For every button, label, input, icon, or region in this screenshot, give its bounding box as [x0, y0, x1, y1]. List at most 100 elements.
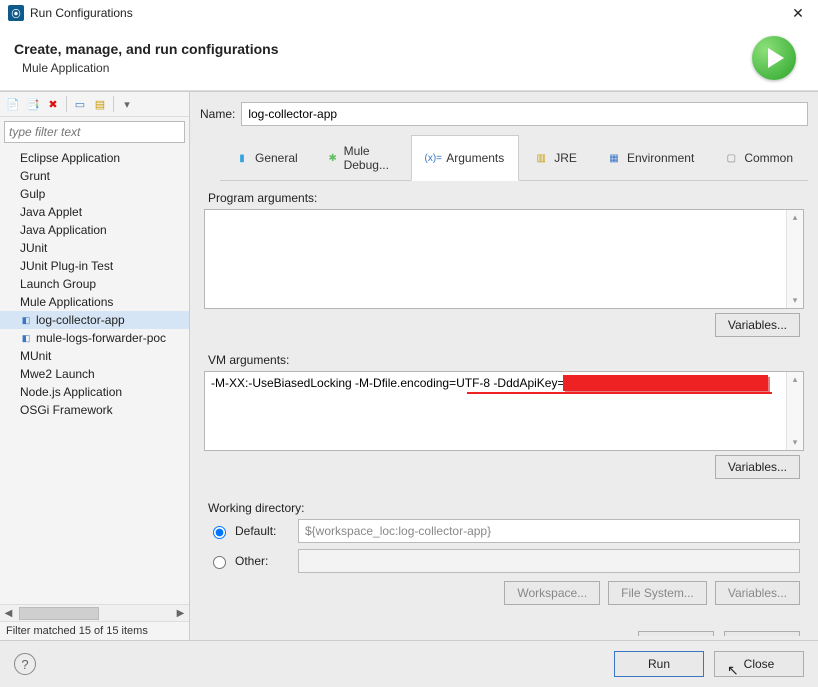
tree-item-label: Grunt — [20, 167, 50, 185]
delete-icon[interactable]: ✖ — [44, 95, 62, 113]
tree-item-label: Gulp — [20, 185, 45, 203]
tab-label: Environment — [627, 151, 694, 165]
default-dir-field — [298, 519, 800, 543]
vm-variables-button[interactable]: Variables... — [715, 455, 800, 479]
tab-bar: ▮General✱Mule Debug...(x)=Arguments▥JRE▦… — [220, 134, 808, 181]
duplicate-icon[interactable]: 📑 — [24, 95, 42, 113]
tree-category[interactable]: Gulp — [0, 185, 189, 203]
tree-item-icon — [4, 152, 16, 164]
tree-item-icon — [4, 386, 16, 398]
redacted-underline — [467, 392, 772, 394]
revert-button[interactable]: Revert — [638, 631, 714, 636]
app-icon: ⦿ — [8, 5, 24, 21]
tree-item-icon — [4, 404, 16, 416]
expand-all-icon[interactable]: ▤ — [91, 95, 109, 113]
header: Create, manage, and run configurations M… — [0, 26, 818, 91]
tree-item-icon — [4, 368, 16, 380]
other-radio[interactable]: Other: — [208, 553, 298, 569]
workspace-button[interactable]: Workspace... — [504, 581, 600, 605]
tab-label: General — [255, 151, 298, 165]
tree-item-label: Mule Applications — [20, 293, 113, 311]
tree-item-label: Launch Group — [20, 275, 96, 293]
chevron-down-icon[interactable]: ▾ — [118, 95, 136, 113]
tree-item-label: OSGi Framework — [20, 401, 113, 419]
tree-item-icon — [4, 206, 16, 218]
tree-category[interactable]: Java Application — [0, 221, 189, 239]
tree-category[interactable]: Java Applet — [0, 203, 189, 221]
tree-item-icon — [4, 296, 16, 308]
tab-mule-debug[interactable]: ✱Mule Debug... — [313, 135, 412, 181]
tree-item-icon — [4, 260, 16, 272]
tree-category[interactable]: Grunt — [0, 167, 189, 185]
run-hero-icon — [752, 36, 796, 80]
redacted-api-key — [563, 375, 768, 391]
tree-item-label: JUnit Plug-in Test — [20, 257, 113, 275]
tab-label: Common — [744, 151, 793, 165]
name-input[interactable] — [241, 102, 808, 126]
tab-label: JRE — [554, 151, 577, 165]
new-config-icon[interactable]: 📄 — [4, 95, 22, 113]
tree-item-label: Eclipse Application — [20, 149, 120, 167]
tree-item-label: mule-logs-forwarder-poc — [36, 329, 166, 347]
body: 📄 📑 ✖ ▭ ▤ ▾ Eclipse ApplicationGruntGulp… — [0, 91, 818, 640]
tree-item-label: MUnit — [20, 347, 51, 365]
program-args-textarea[interactable] — [205, 210, 785, 308]
tree-item-label: Node.js Application — [20, 383, 122, 401]
tab-label: Arguments — [446, 151, 504, 165]
run-button[interactable]: Run — [614, 651, 704, 677]
header-subtitle: Mule Application — [22, 61, 752, 75]
vertical-scrollbar[interactable]: ▴▾ — [786, 210, 803, 308]
tree-leaf[interactable]: ◧log-collector-app — [0, 311, 189, 329]
vm-args-field[interactable]: ▴▾ — [204, 371, 804, 451]
workdir-variables-button[interactable]: Variables... — [715, 581, 800, 605]
tree-category[interactable]: Mwe2 Launch — [0, 365, 189, 383]
tab-arguments[interactable]: (x)=Arguments — [411, 135, 519, 181]
close-icon[interactable]: ✕ — [786, 5, 810, 22]
tree-category[interactable]: MUnit — [0, 347, 189, 365]
close-button[interactable]: Close — [714, 651, 804, 677]
tree-item-label: Mwe2 Launch — [20, 365, 95, 383]
apply-button[interactable]: Apply — [724, 631, 800, 636]
default-radio[interactable]: Default: — [208, 523, 298, 539]
tree-leaf[interactable]: ◧mule-logs-forwarder-poc — [0, 329, 189, 347]
tab-common[interactable]: ▢Common — [709, 135, 808, 181]
tree-category[interactable]: JUnit Plug-in Test — [0, 257, 189, 275]
header-title: Create, manage, and run configurations — [14, 41, 752, 57]
tree-item-label: Java Application — [20, 221, 107, 239]
tree-category[interactable]: Node.js Application — [0, 383, 189, 401]
vm-args-label: VM arguments: — [208, 353, 804, 367]
tree-item-label: JUnit — [20, 239, 47, 257]
arguments-panel: Program arguments: ▴▾ Variables... VM ar… — [200, 181, 808, 636]
vertical-scrollbar[interactable]: ▴▾ — [786, 372, 803, 450]
program-args-label: Program arguments: — [208, 191, 804, 205]
tree-category[interactable]: OSGi Framework — [0, 401, 189, 419]
working-dir-label: Working directory: — [208, 501, 804, 515]
horizontal-scrollbar[interactable]: ◀▶ — [0, 604, 189, 621]
collapse-all-icon[interactable]: ▭ — [71, 95, 89, 113]
tree-item-icon — [4, 188, 16, 200]
tree-item-icon — [4, 278, 16, 290]
main-panel: Name: ▮General✱Mule Debug...(x)=Argument… — [190, 92, 818, 640]
tab-general[interactable]: ▮General — [220, 135, 313, 181]
help-icon[interactable]: ? — [14, 653, 36, 675]
config-tree[interactable]: Eclipse ApplicationGruntGulpJava AppletJ… — [0, 147, 189, 604]
tree-category[interactable]: Launch Group — [0, 275, 189, 293]
tree-item-icon — [4, 170, 16, 182]
tab-environment[interactable]: ▦Environment — [592, 135, 709, 181]
filter-input[interactable] — [4, 121, 185, 143]
other-dir-field[interactable] — [298, 549, 800, 573]
tab-jre[interactable]: ▥JRE — [519, 135, 592, 181]
tree-category[interactable]: Mule Applications — [0, 293, 189, 311]
program-args-field[interactable]: ▴▾ — [204, 209, 804, 309]
tab-label: Mule Debug... — [344, 144, 397, 172]
filesystem-button[interactable]: File System... — [608, 581, 707, 605]
tree-category[interactable]: JUnit — [0, 239, 189, 257]
program-variables-button[interactable]: Variables... — [715, 313, 800, 337]
tree-category[interactable]: Eclipse Application — [0, 149, 189, 167]
filter-status: Filter matched 15 of 15 items — [0, 621, 189, 640]
name-label: Name: — [200, 107, 235, 121]
sidebar-toolbar: 📄 📑 ✖ ▭ ▤ ▾ — [0, 92, 189, 117]
tree-item-label: Java Applet — [20, 203, 82, 221]
tree-item-label: log-collector-app — [36, 311, 125, 329]
titlebar: ⦿ Run Configurations ✕ — [0, 0, 818, 26]
